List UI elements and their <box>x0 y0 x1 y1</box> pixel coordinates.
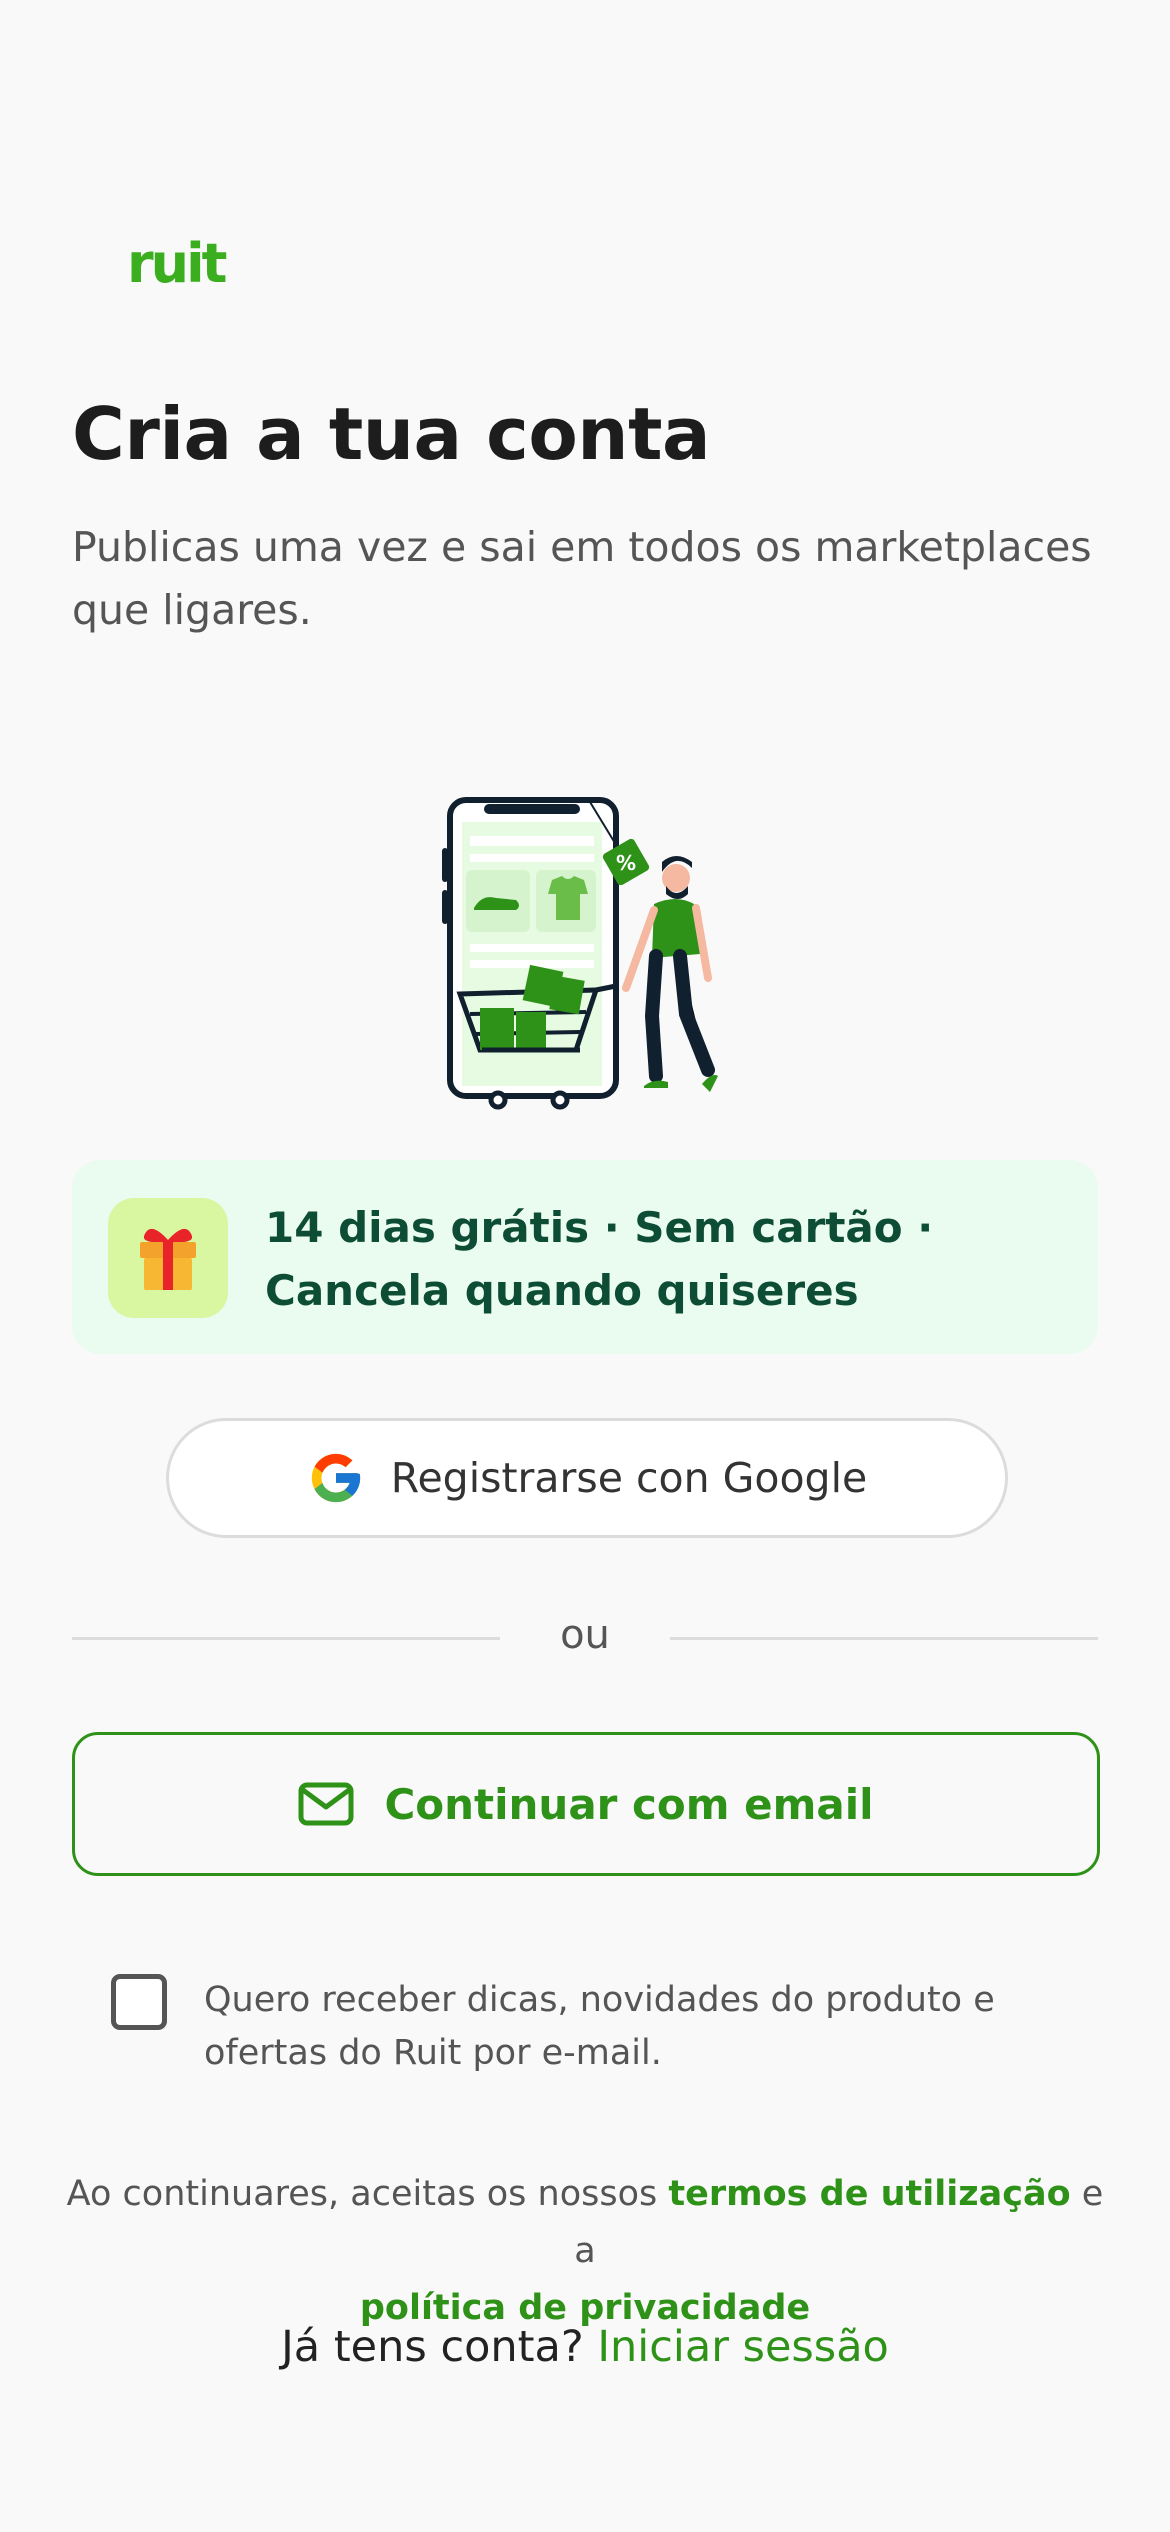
login-link[interactable]: Iniciar sessão <box>597 2322 889 2372</box>
gift-icon <box>108 1198 228 1318</box>
newsletter-label: Quero receber dicas, novidades do produt… <box>204 1980 995 2073</box>
login-prompt-text: Já tens conta? <box>281 2322 598 2372</box>
trial-promo-banner: 14 dias grátis · Sem cartão · Cancela qu… <box>72 1160 1098 1354</box>
google-signup-button[interactable]: Registrarse con Google <box>166 1418 1008 1538</box>
google-icon <box>307 1449 365 1507</box>
divider-or: ou <box>560 1612 610 1658</box>
terms-prefix: Ao continuares, aceitas os nossos <box>66 2174 669 2214</box>
svg-text:%: % <box>616 851 636 875</box>
trial-promo-text: 14 dias grátis · Sem cartão · Cancela qu… <box>265 1203 934 1315</box>
page-title: Cria a tua conta <box>72 392 711 476</box>
newsletter-checkbox[interactable] <box>111 1974 167 2030</box>
login-prompt: Já tens conta? Iniciar sessão <box>0 2322 1170 2372</box>
email-signup-button[interactable]: Continuar com email <box>72 1732 1100 1876</box>
mail-icon <box>298 1782 354 1826</box>
terms-link[interactable]: termos de utilização <box>668 2174 1070 2214</box>
email-signup-label: Continuar com email <box>384 1779 874 1829</box>
ruit-logo: ruit <box>127 232 227 295</box>
google-signup-label: Registrarse con Google <box>390 1454 868 1502</box>
shopping-illustration: % <box>442 797 718 1110</box>
divider-line-right <box>670 1637 1098 1640</box>
page-subtitle: Publicas uma vez e sai em todos os marke… <box>72 523 1092 634</box>
divider-line-left <box>72 1637 500 1640</box>
terms-notice: Ao continuares, aceitas os nossos termos… <box>60 2166 1110 2337</box>
